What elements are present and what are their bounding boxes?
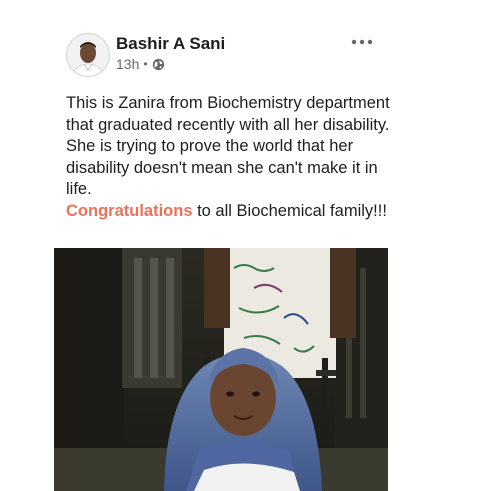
profile-picture	[67, 34, 109, 76]
post-congrats-text: to all Biochemical family!!!	[192, 201, 387, 220]
post-time[interactable]: 13h	[116, 56, 139, 72]
post-body: This is Zanira from Biochemistry departm…	[66, 93, 406, 201]
facebook-post: Bashir A Sani 13h • This is Zanira from …	[0, 0, 481, 491]
globe-icon[interactable]	[152, 58, 165, 71]
post-text: This is Zanira from Biochemistry departm…	[66, 93, 406, 222]
avatar[interactable]	[66, 33, 110, 77]
more-options-button[interactable]	[348, 33, 376, 51]
more-options-icon	[351, 39, 373, 45]
post-congrats: Congratulations to all Biochemical famil…	[66, 201, 406, 223]
highlight-text: Congratulations	[66, 201, 193, 220]
post-body-text: This is Zanira from Biochemistry departm…	[66, 94, 390, 198]
meta-separator: •	[143, 57, 148, 71]
graduate-photo	[54, 248, 388, 491]
author-name[interactable]: Bashir A Sani	[116, 34, 225, 54]
post-meta: 13h •	[116, 56, 165, 72]
post-photo[interactable]	[54, 248, 388, 491]
post-header: Bashir A Sani 13h •	[66, 33, 466, 77]
